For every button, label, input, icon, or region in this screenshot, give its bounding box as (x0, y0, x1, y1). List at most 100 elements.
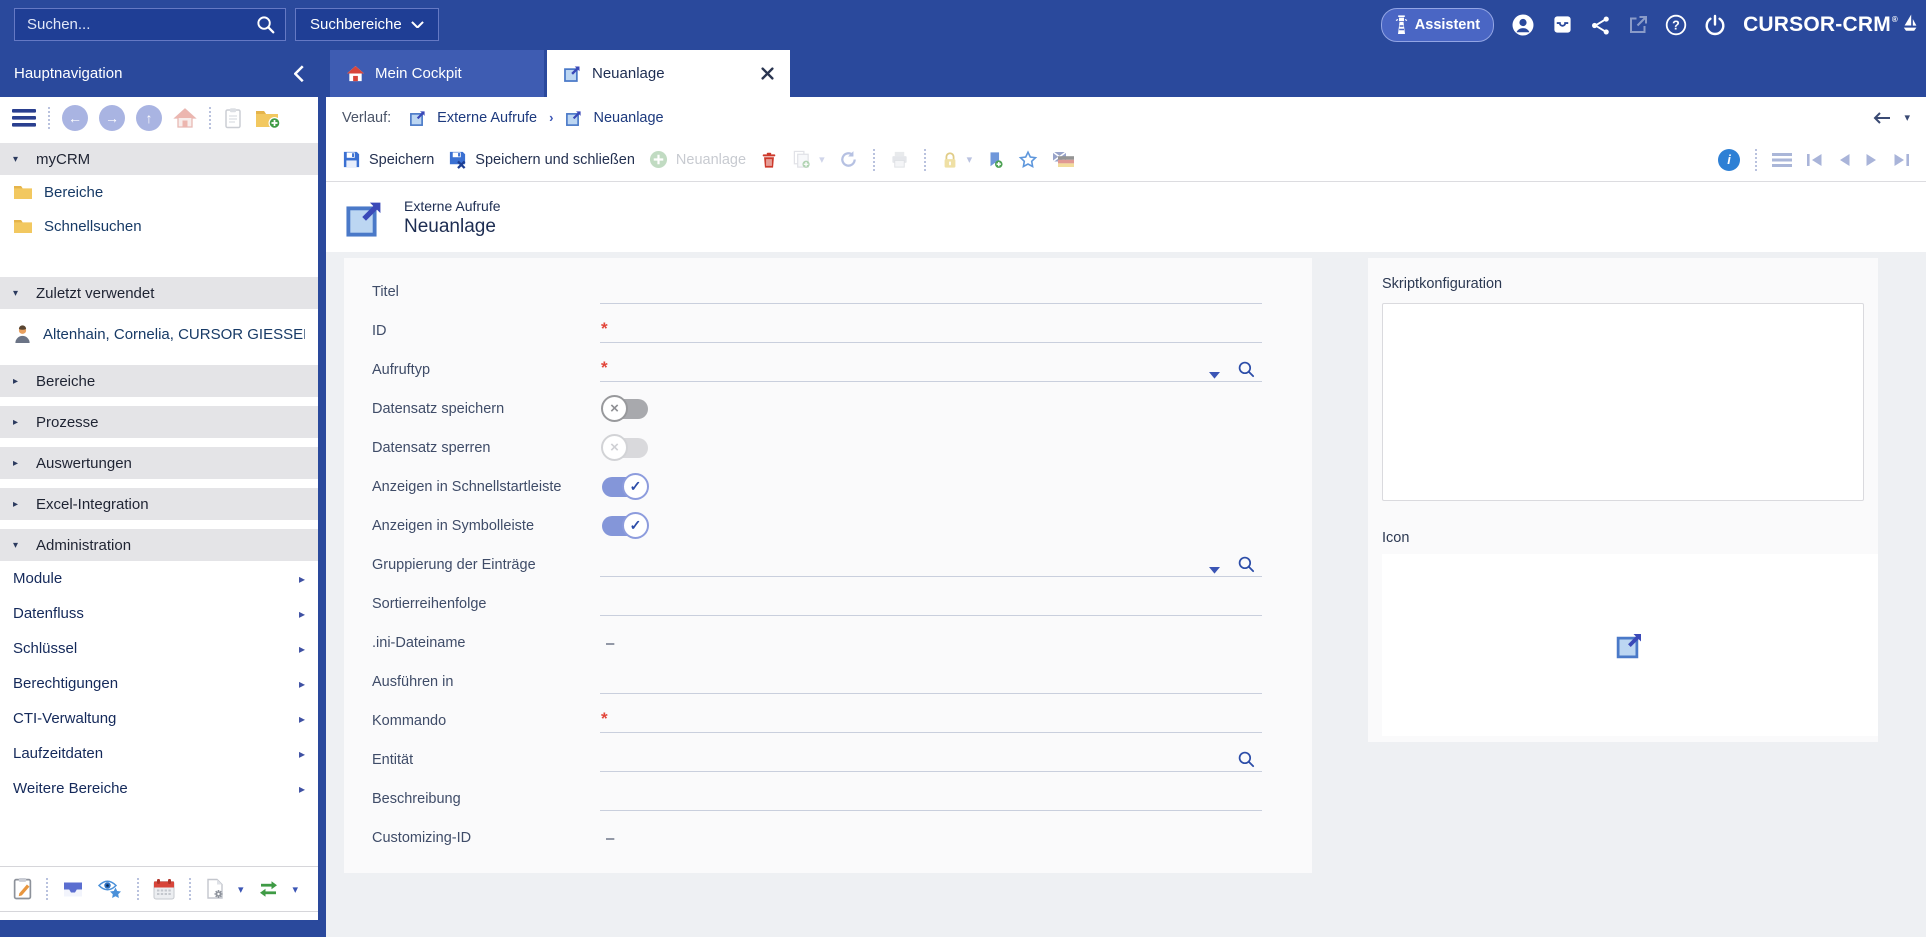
input-titel[interactable] (600, 303, 1262, 304)
tab-neuanlage[interactable]: Neuanlage (547, 50, 790, 97)
icon-preview-box[interactable] (1382, 554, 1878, 736)
home-icon[interactable] (173, 107, 197, 129)
print-icon[interactable] (890, 150, 909, 169)
required-marker: * (601, 319, 608, 339)
sync-icon[interactable] (256, 880, 281, 898)
chevron-down-icon[interactable]: ▾ (238, 883, 244, 896)
first-record-icon[interactable] (1806, 153, 1823, 167)
toggle-anzeigen-in-symbolleiste[interactable]: ✓ (602, 516, 648, 536)
inbox-tray-icon[interactable] (61, 880, 85, 899)
sidebar-item-laufzeitdaten[interactable]: Laufzeitdaten▸ (0, 736, 318, 771)
notes-clipboard-icon[interactable] (12, 877, 33, 900)
dropdown-chevron-icon[interactable] (1209, 567, 1220, 574)
input-aufruftyp[interactable] (600, 381, 1262, 382)
sidebar-section-mycrm[interactable]: ▾myCRM (0, 143, 318, 175)
nav-up-button[interactable]: ↑ (136, 105, 162, 131)
save-button[interactable]: Speichern (342, 150, 434, 169)
inbox-icon[interactable] (1552, 15, 1573, 34)
lookup-search-icon[interactable] (1237, 360, 1256, 379)
language-flags-icon[interactable] (1052, 151, 1075, 168)
field-control: × (600, 389, 1262, 428)
add-folder-icon[interactable] (254, 107, 281, 129)
sidebar-item-cti-verwaltung[interactable]: CTI-Verwaltung▸ (0, 701, 318, 736)
save-and-close-button[interactable]: Speichern und schließen (448, 150, 635, 169)
sidebar-section-excel-integration[interactable]: ▸Excel-Integration (0, 488, 318, 520)
chevron-down-icon[interactable]: ▾ (293, 883, 299, 896)
search-input[interactable] (25, 15, 256, 34)
input-sortierreihenfolge[interactable] (600, 615, 1262, 616)
breadcrumb-item[interactable]: Externe Aufrufe (437, 110, 537, 126)
breadcrumb-item[interactable]: Neuanlage (593, 110, 663, 126)
logout-power-icon[interactable] (1704, 14, 1726, 36)
open-external-icon[interactable] (1628, 15, 1648, 35)
field-label: Anzeigen in Schnellstartleiste (372, 479, 600, 495)
field-control (600, 740, 1262, 779)
sidebar-item-datenfluss[interactable]: Datenfluss▸ (0, 596, 318, 631)
section-label: Zuletzt verwendet (36, 285, 154, 302)
input-beschreibung[interactable] (600, 810, 1262, 811)
input-kommando[interactable] (600, 732, 1262, 733)
delete-icon[interactable] (760, 151, 778, 169)
sidebar-item-berechtigungen[interactable]: Berechtigungen▸ (0, 666, 318, 701)
toggle-anzeigen-in-schnellstartleiste[interactable]: ✓ (602, 477, 648, 497)
calendar-icon[interactable] (152, 878, 176, 900)
dropdown-chevron-icon[interactable] (1209, 372, 1220, 379)
close-tab-icon[interactable] (761, 67, 774, 80)
refresh-icon[interactable] (839, 150, 858, 169)
clipboard-icon[interactable] (223, 107, 243, 129)
copy-plus-icon (792, 150, 811, 169)
sidebar-section-administration[interactable]: ▾Administration (0, 529, 318, 561)
chevron-down-icon[interactable]: ▾ (1904, 111, 1910, 124)
new-record-button[interactable]: Neuanlage (649, 150, 746, 169)
global-search[interactable] (14, 8, 286, 41)
info-icon[interactable]: i (1718, 149, 1740, 171)
sidebar-section-auswertungen[interactable]: ▸Auswertungen (0, 447, 318, 479)
bookmark-add-icon[interactable] (986, 151, 1004, 169)
nav-forward-button[interactable]: → (99, 105, 125, 131)
sidebar-item-module[interactable]: Module▸ (0, 561, 318, 596)
watch-favorites-icon[interactable] (97, 878, 124, 900)
form-row-kommando: Kommando* (372, 701, 1262, 740)
toggle-check-icon: ✓ (622, 473, 649, 500)
input-ausführen-in[interactable] (600, 693, 1262, 694)
record-header: Externe Aufrufe Neuanlage (326, 182, 1926, 253)
nav-back-button[interactable]: ← (62, 105, 88, 131)
lock-record-button[interactable]: ▾ (941, 151, 973, 169)
previous-record-icon[interactable] (1837, 153, 1851, 167)
help-icon[interactable]: ? (1665, 14, 1687, 36)
search-scope-button[interactable]: Suchbereiche (295, 8, 439, 41)
section-label: Prozesse (36, 414, 99, 431)
input-id[interactable] (600, 342, 1262, 343)
sidebar-section-zuletzt-verwendet[interactable]: ▾Zuletzt verwendet (0, 277, 318, 309)
last-record-icon[interactable] (1893, 153, 1910, 167)
list-view-icon[interactable] (1772, 152, 1792, 168)
input-gruppierung-der-einträge[interactable] (600, 576, 1262, 577)
assistant-button[interactable]: Assistent (1381, 8, 1494, 42)
lookup-search-icon[interactable] (1237, 750, 1256, 769)
script-config-textarea[interactable] (1382, 303, 1864, 501)
next-record-icon[interactable] (1865, 153, 1879, 167)
history-back-icon[interactable] (1873, 112, 1891, 124)
tab-mein-cockpit[interactable]: Mein Cockpit (330, 50, 544, 97)
sidebar-item-altenhain-cornelia-cursor-giessen[interactable]: Altenhain, Cornelia, CURSOR GIESSEN, (0, 315, 318, 353)
sidebar-section-prozesse[interactable]: ▸Prozesse (0, 406, 318, 438)
sidebar-item-weitere-bereiche[interactable]: Weitere Bereiche▸ (0, 771, 318, 806)
search-scope-label: Suchbereiche (310, 16, 402, 33)
user-account-icon[interactable] (1511, 13, 1535, 37)
toggle-datensatz-speichern[interactable]: × (602, 399, 648, 419)
document-settings-icon[interactable] (204, 878, 226, 900)
menu-icon[interactable] (12, 109, 36, 127)
favorite-star-icon[interactable] (1018, 150, 1038, 170)
search-icon[interactable] (256, 15, 275, 34)
field-control (600, 272, 1262, 311)
lookup-search-icon[interactable] (1237, 555, 1256, 574)
share-icon[interactable] (1590, 15, 1611, 36)
sidebar-collapse-icon[interactable] (294, 65, 304, 83)
sidebar-item-bereiche[interactable]: Bereiche (0, 175, 318, 209)
sidebar-section-bereiche[interactable]: ▸Bereiche (0, 365, 318, 397)
sidebar-item-schnellsuchen[interactable]: Schnellsuchen (0, 209, 318, 243)
input-entität[interactable] (600, 771, 1262, 772)
submenu-arrow-icon: ▸ (299, 712, 305, 726)
copy-record-button[interactable]: ▾ (792, 150, 825, 169)
sidebar-item-schlüssel[interactable]: Schlüssel▸ (0, 631, 318, 666)
